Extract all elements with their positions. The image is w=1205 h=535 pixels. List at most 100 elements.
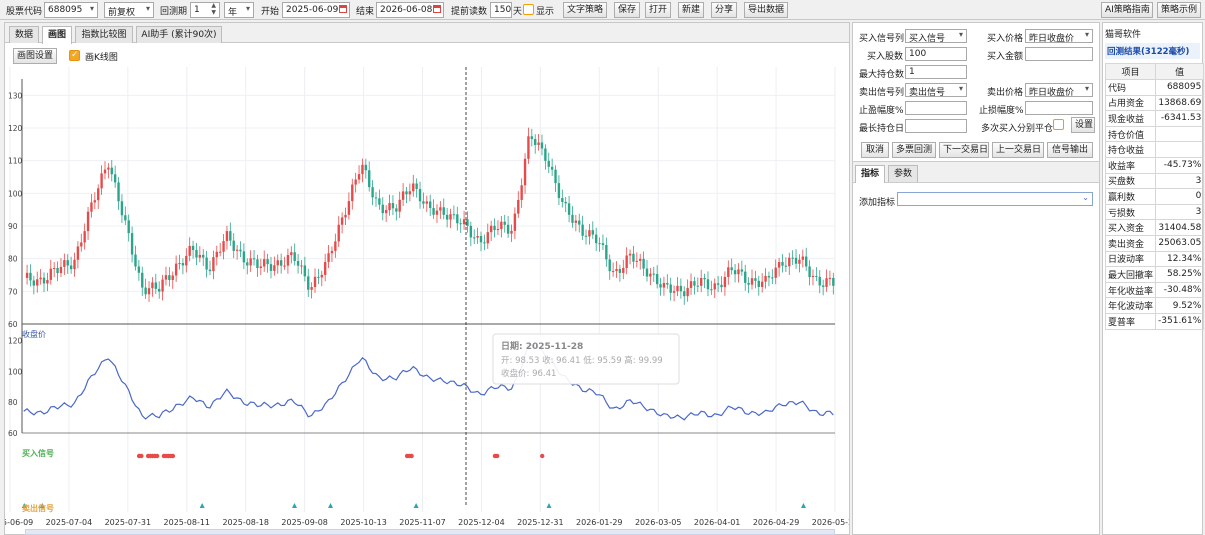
sell-price-select[interactable]: 昨日收盘价 ▾ — [1025, 83, 1093, 97]
candle — [347, 201, 351, 215]
candle — [608, 259, 611, 272]
candle — [791, 257, 794, 259]
candle — [473, 237, 476, 239]
candle — [307, 276, 310, 290]
result-item: 现金收益 — [1104, 110, 1157, 127]
tab-data[interactable]: 数据 — [9, 26, 39, 43]
split-close-checkbox[interactable] — [1053, 119, 1064, 130]
multi-backtest-button[interactable]: 多票回测 — [892, 142, 936, 158]
candle — [486, 232, 489, 244]
candle — [774, 267, 777, 278]
candle — [672, 291, 676, 293]
candle — [561, 198, 564, 202]
result-value: 3 — [1155, 203, 1205, 221]
candle — [39, 277, 42, 280]
tab-ai-assistant[interactable]: AI助手 (累计90次) — [136, 26, 222, 43]
candle — [598, 243, 601, 245]
candle — [330, 250, 334, 254]
prev-day-button[interactable]: 上一交易日 — [992, 142, 1044, 158]
chart-settings-button[interactable]: 画图设置 — [13, 48, 57, 64]
x-tick-label: 2025-08-11 — [164, 518, 211, 527]
ai-guide-button[interactable]: AI策略指南 — [1101, 2, 1153, 18]
x-tick-label: 2026-04-29 — [753, 518, 800, 527]
candle — [818, 276, 821, 286]
candle — [395, 208, 398, 212]
take-profit-input[interactable] — [905, 101, 967, 115]
end-date-input[interactable]: 2026-06-08 — [376, 2, 444, 18]
stop-loss-input[interactable] — [1025, 101, 1093, 115]
candle — [737, 269, 740, 275]
sub-tab-bar: 指标 参数 — [853, 161, 1099, 183]
cancel-button[interactable]: 取消 — [861, 142, 889, 158]
x-tick-label: 2025-08-18 — [222, 518, 269, 527]
candle — [73, 259, 76, 270]
candle — [469, 225, 473, 238]
strategy-examples-button[interactable]: 策略示例 — [1157, 2, 1201, 18]
preread-input[interactable]: 150 — [490, 2, 512, 18]
buy-shares-input[interactable]: 100 — [905, 47, 967, 61]
candle — [693, 281, 696, 286]
spinner-icon[interactable]: ▲ ▼ — [211, 3, 216, 16]
stop-loss-label: 止损幅度% — [979, 106, 1024, 116]
add-indicator-select[interactable]: ⌄ — [897, 192, 1093, 206]
y-tick-label: 100 — [8, 189, 23, 198]
tab-params[interactable]: 参数 — [888, 165, 918, 182]
candle — [351, 184, 354, 202]
result-item: 买盘数 — [1104, 172, 1157, 190]
split-settings-button[interactable]: 设置 — [1071, 117, 1095, 133]
sell-signal-select[interactable]: 卖出信号 ▾ — [905, 83, 967, 97]
candle — [249, 258, 252, 266]
calendar-icon[interactable] — [433, 5, 441, 13]
candle — [429, 201, 432, 209]
chevron-down-icon: ▾ — [1084, 30, 1089, 39]
result-row: 持仓收益 — [1104, 141, 1205, 158]
max-days-input[interactable] — [905, 119, 967, 133]
show-checkbox[interactable] — [523, 4, 534, 15]
stock-chart[interactable]: 130 120 110 100 90 80 70 60 120 100 80 60 2025-06-09… — [5, 67, 849, 535]
candle — [666, 283, 669, 285]
signal-output-button[interactable]: 信号输出 — [1047, 142, 1093, 158]
result-item: 日波动率 — [1104, 250, 1157, 268]
candle — [662, 283, 666, 288]
kline-checkbox[interactable] — [69, 50, 80, 61]
new-button[interactable]: 新建 — [678, 2, 704, 18]
buy-signal-dot — [139, 453, 144, 459]
text-strategy-button[interactable]: 文字策略 — [563, 2, 607, 18]
candle — [615, 269, 618, 272]
start-date-input[interactable]: 2025-06-09 — [282, 2, 350, 18]
tab-chart[interactable]: 画图 — [42, 26, 72, 44]
open-button[interactable]: 打开 — [645, 2, 671, 18]
period-stepper[interactable]: 1 ▲ ▼ — [190, 2, 220, 18]
export-data-button[interactable]: 导出数据 — [744, 2, 788, 18]
buy-amount-input[interactable] — [1025, 47, 1093, 61]
buy-price-select[interactable]: 昨日收盘价 ▾ — [1025, 29, 1093, 43]
next-day-button[interactable]: 下一交易日 — [939, 142, 989, 158]
candle — [63, 260, 66, 267]
zoom-scrollbar[interactable] — [25, 529, 835, 535]
stock-code-select[interactable]: 688095 ▾ — [44, 2, 98, 18]
sell-signal-marker — [800, 503, 806, 508]
candle — [188, 245, 191, 256]
candle — [649, 273, 652, 277]
max-hold-input[interactable]: 1 — [905, 65, 967, 79]
x-tick-label: 2026-03-05 — [635, 518, 682, 527]
candle — [618, 269, 622, 273]
save-button[interactable]: 保存 — [614, 2, 640, 18]
share-button[interactable]: 分享 — [711, 2, 737, 18]
calendar-icon[interactable] — [339, 5, 347, 13]
result-item: 亏损数 — [1104, 203, 1157, 221]
buy-signal-select[interactable]: 买入信号 ▾ — [905, 29, 967, 43]
tab-index-compare[interactable]: 指数比较图 — [75, 26, 133, 43]
candle — [42, 277, 46, 284]
candle — [489, 225, 493, 233]
candle — [100, 173, 103, 189]
close-line-title: 收盘价 — [22, 329, 46, 339]
result-item: 占用资金 — [1104, 94, 1157, 112]
tab-indicators[interactable]: 指标 — [855, 165, 885, 183]
candle — [740, 269, 744, 272]
adjust-select[interactable]: 前复权 ▾ — [104, 2, 154, 18]
candle — [384, 210, 388, 214]
period-unit-select[interactable]: 年 ▾ — [224, 2, 254, 18]
result-value: 0 — [1155, 188, 1205, 205]
candle — [340, 217, 344, 225]
